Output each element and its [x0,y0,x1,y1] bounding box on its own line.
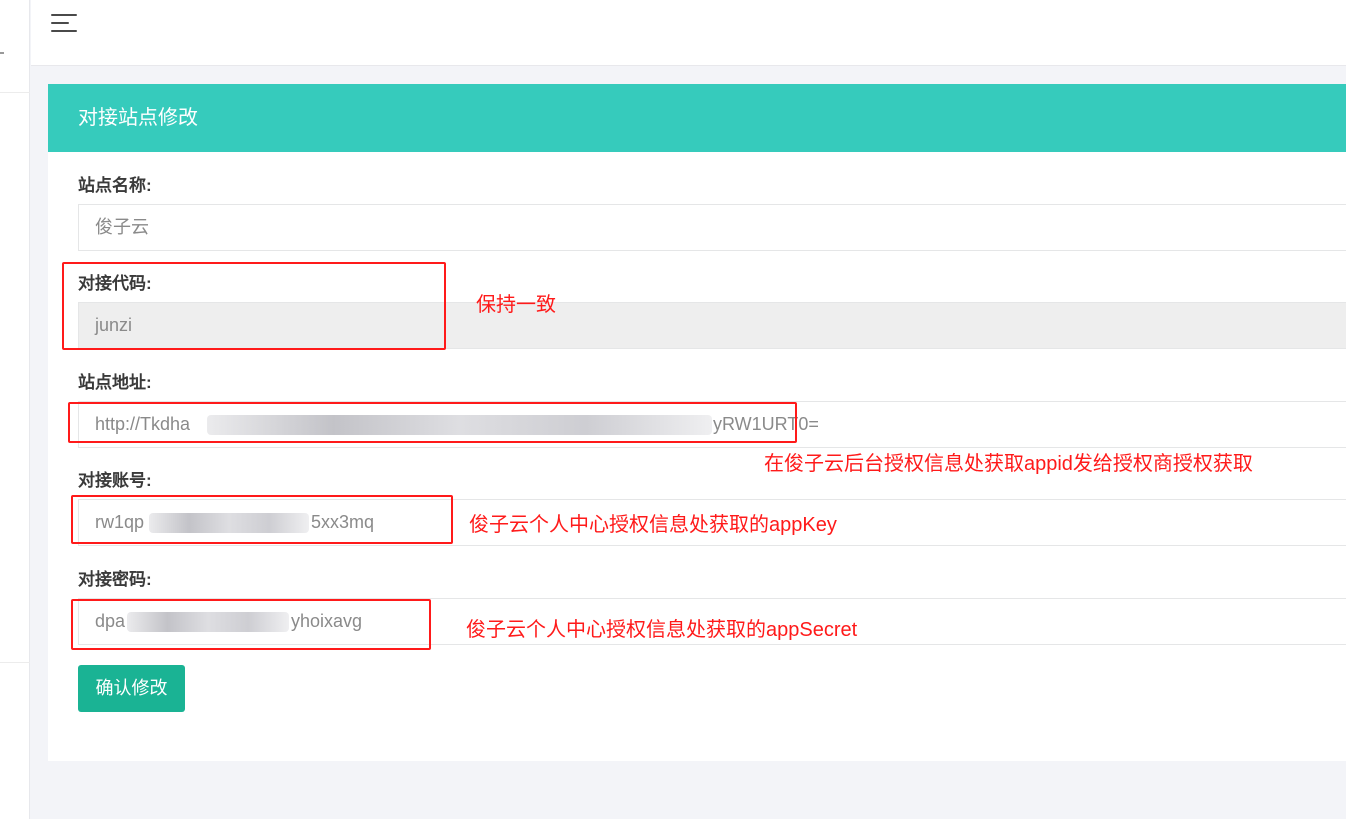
annotation-url-note: 在俊子云后台授权信息处获取appid发给授权商授权获取 [764,453,1253,475]
site-name-value: 俊子云 [95,217,149,237]
annotation-account-note: 俊子云个人中心授权信息处获取的appKey [469,514,837,536]
annotation-box-code [62,262,446,350]
annotation-box-account [71,495,453,544]
sidebar-divider [0,662,30,663]
panel-title: 对接站点修改 [78,107,198,129]
hamburger-menu-icon[interactable] [51,12,77,34]
annotation-password-note: 俊子云个人中心授权信息处获取的appSecret [466,619,858,641]
annotation-box-password [71,599,431,650]
account-label: 对接账号: [78,471,152,490]
annotation-code-note: 保持一致 [476,294,556,316]
sidebar-tick [0,52,4,54]
confirm-edit-button[interactable]: 确认修改 [78,665,185,712]
panel-header: 对接站点修改 [48,84,1346,152]
sidebar [0,0,30,819]
top-bar [31,0,1346,66]
sidebar-divider [0,92,30,93]
site-name-label: 站点名称: [78,176,152,195]
password-label: 对接密码: [78,570,152,589]
site-name-input[interactable]: 俊子云 [78,204,1346,251]
site-url-label: 站点地址: [78,373,152,392]
annotation-box-url [68,402,797,443]
